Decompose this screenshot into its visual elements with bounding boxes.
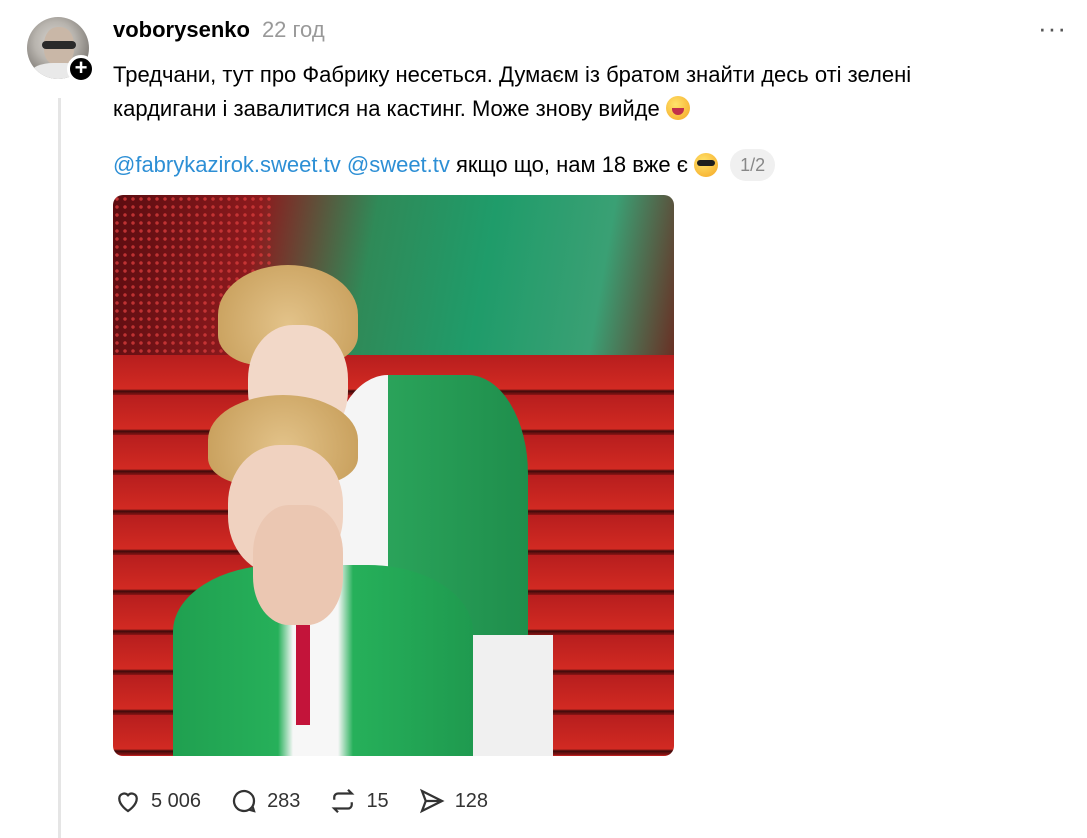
post-header: voborysenko 22 год (113, 14, 325, 46)
mention-fabrykazirok[interactable]: @fabrykazirok.sweet.tv (113, 148, 341, 182)
post-photo[interactable] (113, 195, 674, 756)
reply-button[interactable]: 283 (229, 786, 300, 816)
repost-icon (331, 788, 355, 814)
like-button[interactable]: 5 006 (113, 786, 201, 816)
post-time[interactable]: 22 год (262, 17, 325, 43)
avatar-glasses (42, 41, 76, 49)
thread-post: + voborysenko 22 год ··· Тредчани, тут п… (0, 0, 1087, 838)
more-icon[interactable]: ··· (1038, 15, 1067, 41)
like-count: 5 006 (151, 789, 202, 812)
post-text-line3: якщо що, нам 18 вже є (456, 152, 689, 177)
post-text: Тредчани, тут про Фабрику несеться. Дума… (113, 58, 1073, 126)
photo-person-front-hands (253, 505, 343, 625)
page-indicator: 1/2 (730, 149, 776, 181)
post-text-line1: Тредчани, тут про Фабрику несеться. Дума… (113, 62, 912, 87)
repost-button[interactable]: 15 (328, 786, 389, 816)
share-button[interactable]: 128 (417, 786, 488, 816)
post-actions: 5 006 283 15 128 (113, 783, 516, 819)
mention-sweet-tv[interactable]: @sweet.tv (347, 148, 450, 182)
laughing-emoji-icon (665, 96, 690, 120)
thread-line (58, 98, 61, 838)
username[interactable]: voborysenko (113, 17, 250, 43)
photo-person-front-tie (296, 625, 310, 725)
heart-icon (118, 792, 138, 813)
comment-icon (232, 789, 256, 813)
share-count: 128 (454, 789, 489, 812)
sunglasses-emoji-icon (694, 153, 719, 177)
repost-count: 15 (366, 789, 389, 812)
send-icon (419, 788, 445, 814)
post-mentions-line: @fabrykazirok.sweet.tv @sweet.tv якщо що… (113, 148, 776, 182)
post-text-line2: кардигани і завалитися на кастинг. Може … (113, 96, 660, 121)
reply-count: 283 (267, 789, 301, 812)
plus-icon[interactable]: + (67, 55, 95, 83)
